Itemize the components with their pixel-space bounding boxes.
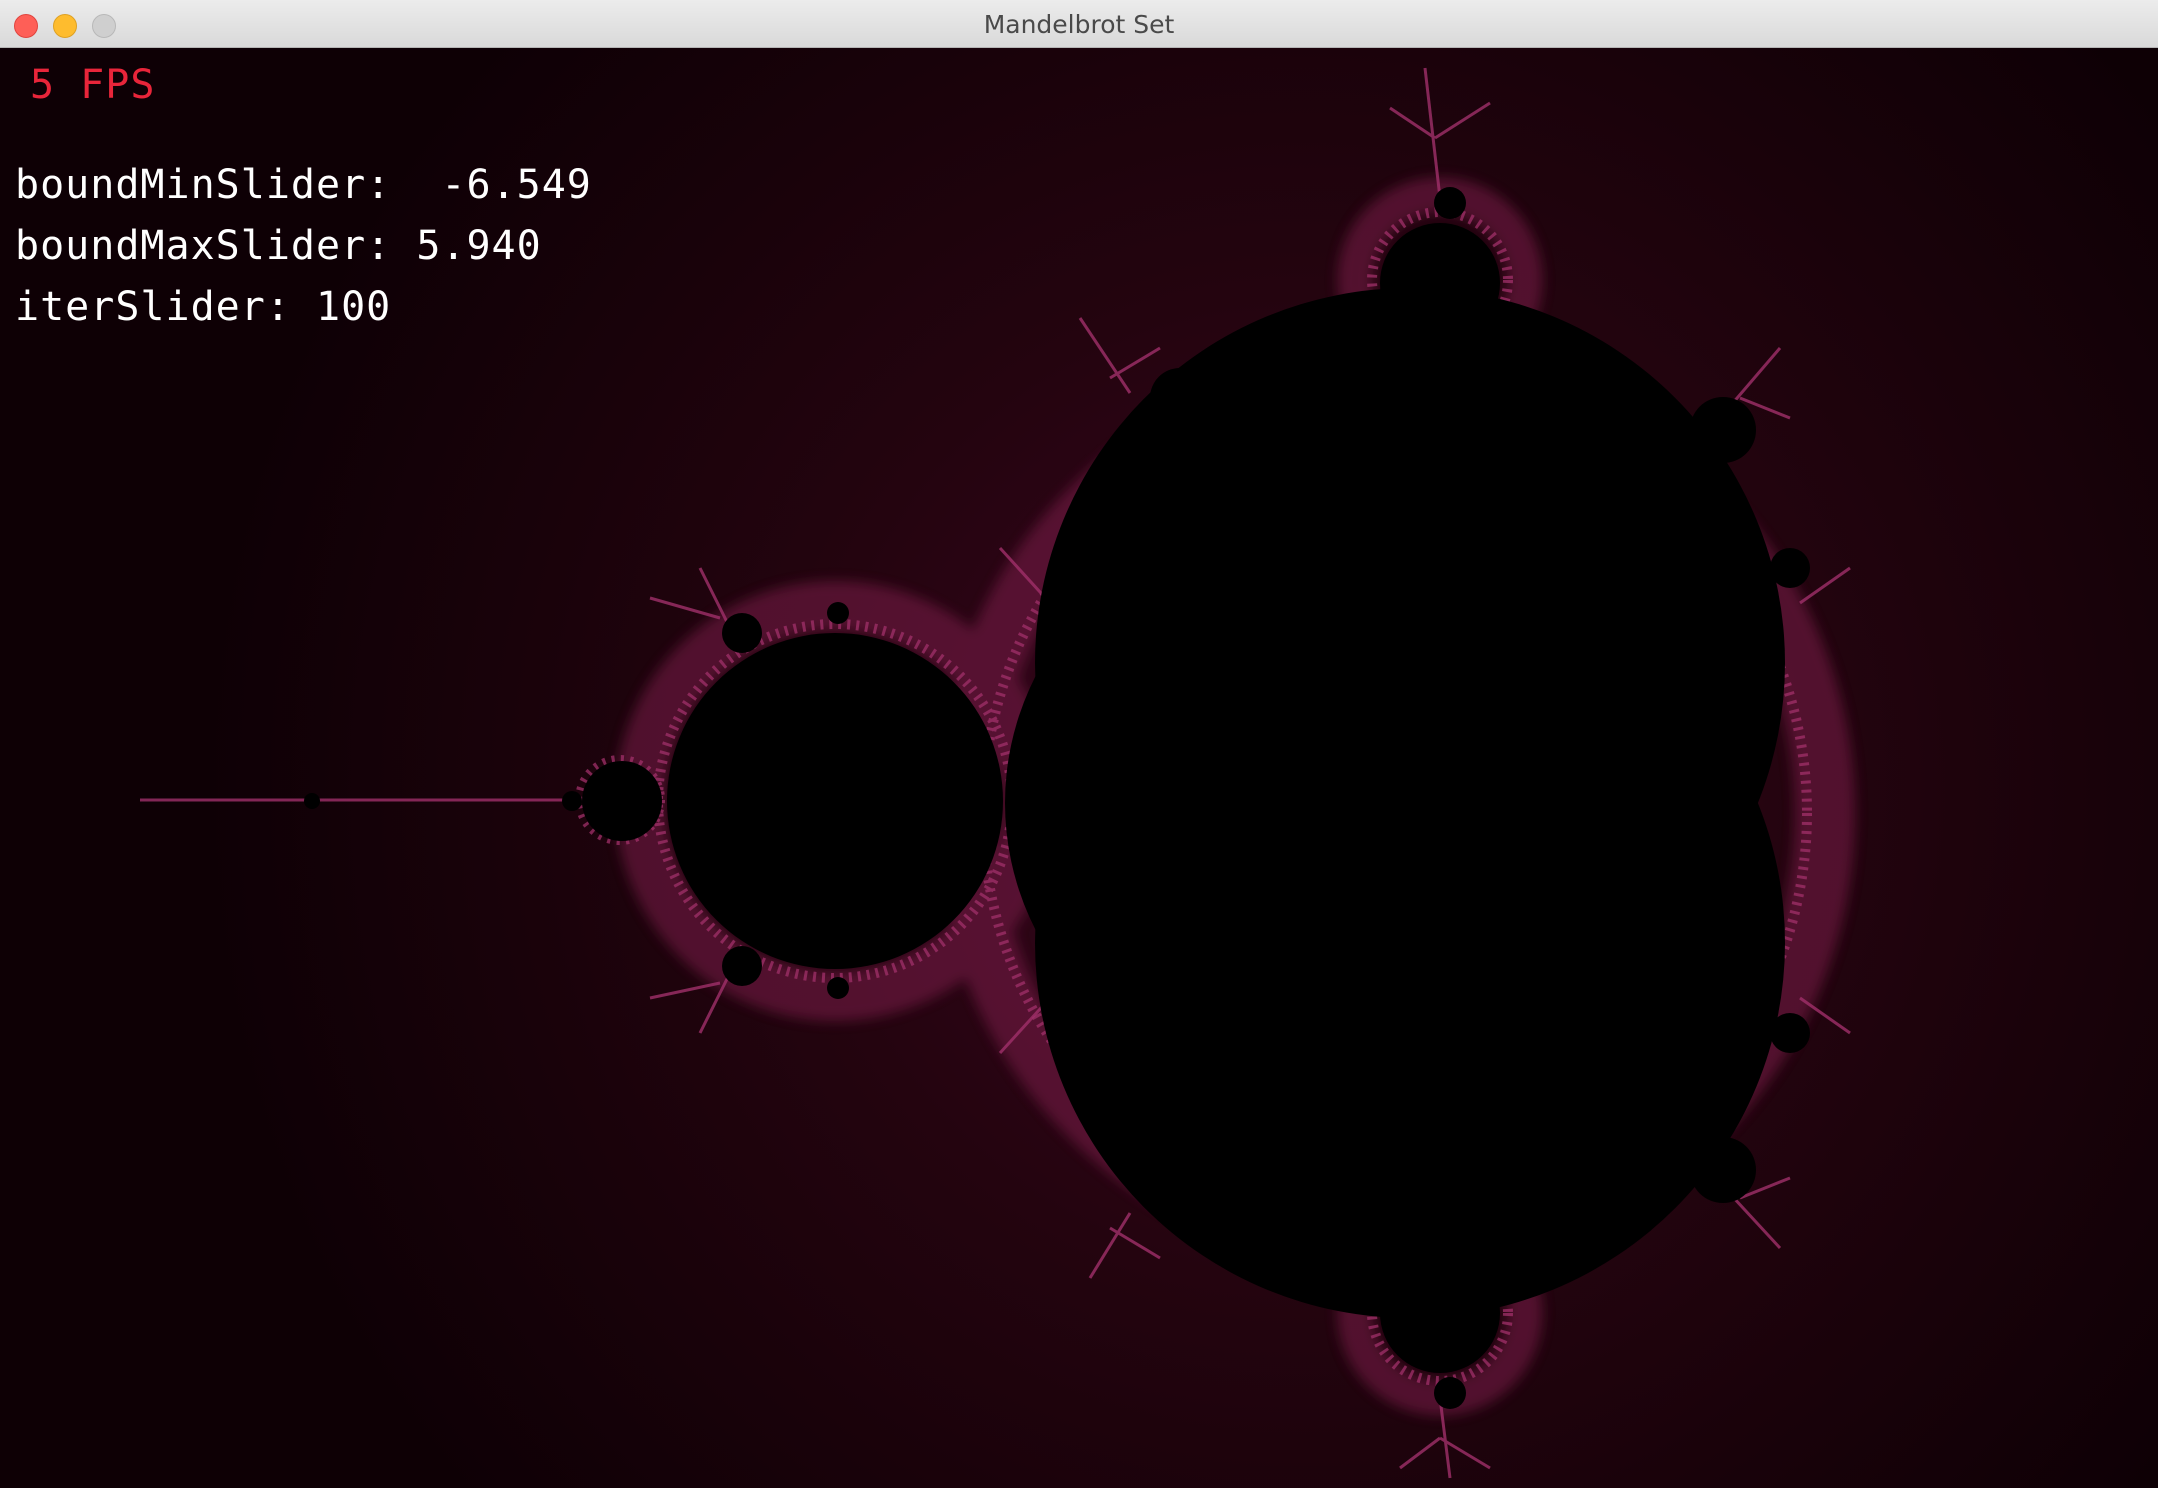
mini-mandelbrot: [304, 793, 320, 809]
side-bulb: [1150, 1156, 1210, 1216]
side-bulb: [827, 602, 849, 624]
cardioid-body: [1005, 503, 1655, 1103]
window-title: Mandelbrot Set: [983, 10, 1175, 39]
top-bulb: [1380, 223, 1500, 343]
side-bulb: [1082, 1082, 1114, 1114]
side-bulb: [722, 946, 762, 986]
side-bulb: [827, 977, 849, 999]
side-bulb: [722, 613, 762, 653]
side-bulb: [1690, 397, 1756, 463]
period-2-bulb: [667, 633, 1003, 969]
side-bulb: [1150, 368, 1210, 428]
app-window: Mandelbrot Set 5 FPS boundMinSlider: -6.…: [0, 0, 2158, 1488]
top-mini-bulb: [1434, 187, 1466, 219]
side-bulb: [1770, 1013, 1810, 1053]
bottom-bulb: [1380, 1253, 1500, 1373]
period-4-bulb: [582, 761, 662, 841]
side-bulb: [1082, 487, 1114, 519]
side-bulb: [1690, 1137, 1756, 1203]
bottom-mini-bulb: [1434, 1377, 1466, 1409]
period-8-bulb: [562, 791, 582, 811]
mandelbrot-canvas[interactable]: 5 FPS boundMinSlider: -6.549 boundMaxSli…: [0, 48, 2158, 1488]
title-bar[interactable]: Mandelbrot Set: [0, 0, 2158, 48]
bound-max-slider-readout: boundMaxSlider: 5.940: [15, 223, 542, 269]
side-bulb: [1770, 548, 1810, 588]
bound-min-slider-readout: boundMinSlider: -6.549: [15, 162, 592, 208]
iter-slider-readout: iterSlider: 100: [15, 284, 392, 330]
fps-counter: 5 FPS: [30, 62, 156, 108]
